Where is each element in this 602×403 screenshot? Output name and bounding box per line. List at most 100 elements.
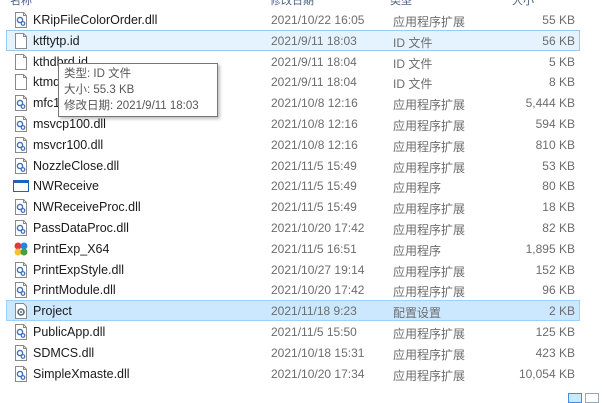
dll-icon [13,95,29,112]
column-header-type[interactable]: 类型 [390,0,412,8]
file-date: 2021/10/8 12:16 [271,137,358,152]
view-mode-buttons [568,393,600,403]
file-type: 应用程序扩展 [393,98,466,113]
file-row[interactable]: msvcr100.dll 2021/10/8 12:16 应用程序扩展 810 KB [6,134,580,155]
file-size: 2 KB [548,304,575,319]
file-type: 应用程序扩展 [393,15,466,29]
file-type: 应用程序 [393,181,442,196]
file-type: 应用程序扩展 [393,202,466,217]
file-row[interactable]: ktftytp.id 2021/9/11 18:03 ID 文件 56 KB [6,29,580,51]
file-size: 5,444 KB [525,96,575,111]
file-type: ID 文件 [393,35,433,50]
file-type: 应用程序扩展 [393,285,466,300]
file-name: Project [33,304,72,319]
details-view-icon[interactable] [568,393,582,403]
dll-icon [13,116,29,132]
file-date: 2021/10/8 12:16 [271,96,358,111]
file-row[interactable]: Project 2021/11/18 9:23 配置设置 2 KB [6,300,580,322]
vertical-scrollbar[interactable] [594,0,602,403]
file-date: 2021/10/20 17:42 [271,283,365,298]
file-name: NWReceiveProc.dll [33,200,141,215]
file-date: 2021/10/22 16:05 [271,13,365,27]
tooltip-date-line: 修改日期: 2021/9/11 18:03 [64,100,199,112]
file-size: 80 KB [542,179,575,194]
file-name: SimpleXmaste.dll [33,366,130,381]
file-name: KRipFileColorOrder.dll [33,13,158,27]
file-row[interactable]: NozzleClose.dll 2021/11/5 15:49 应用程序扩展 53 K… [6,155,580,176]
file-row[interactable]: PrintExpStyle.dll 2021/10/27 19:14 应用程序扩展 1… [6,259,580,280]
file-type: 应用程序扩展 [393,327,466,341]
file-row[interactable]: NWReceive 2021/11/5 15:49 应用程序 80 KB [6,175,580,196]
file-row[interactable]: PublicApp.dll 2021/11/5 15:50 应用程序扩展 125 KB [6,321,580,342]
file-type: ID 文件 [393,77,433,92]
file-size: 152 KB [535,262,575,277]
file-icon [13,74,29,91]
file-name: msvcp100.dll [33,117,106,131]
file-size: 55 KB [542,13,575,27]
file-name: SDMCS.dll [33,345,95,360]
file-size: 594 KB [535,117,575,131]
column-header-date[interactable]: 修改日期 [270,0,314,8]
dll-icon [13,344,29,361]
file-date: 2021/9/11 18:04 [271,75,357,90]
file-type: ID 文件 [393,56,433,71]
file-type: 应用程序扩展 [393,347,466,362]
file-row[interactable]: NWReceiveProc.dll 2021/11/5 15:49 应用程序扩展 18… [6,196,580,217]
file-name: PrintExpStyle.dll [33,262,125,277]
file-icon [13,32,29,49]
column-header-name[interactable]: 名称 [10,0,32,8]
file-size: 5 KB [548,54,575,69]
column-header-size[interactable]: 大小 [512,0,534,8]
dll-icon [13,365,29,382]
file-name: msvcr100.dll [33,137,104,152]
file-size: 8 KB [548,75,575,90]
file-row[interactable]: PrintModule.dll 2021/10/20 17:42 应用程序扩展 96 … [6,279,580,300]
file-row[interactable]: KRipFileColorOrder.dll 2021/10/22 16:05 应用… [6,9,580,30]
file-size: 423 KB [535,345,575,360]
file-name: PassDataProc.dll [33,221,129,235]
dll-icon [13,220,29,236]
file-name: mfc1 [33,96,61,111]
file-name: NWReceive [33,179,99,194]
file-row[interactable]: PrintExp_X64 2021/11/5 16:51 应用程序 1,895 KB [6,238,580,259]
file-type: 应用程序扩展 [393,264,466,279]
file-size: 10,054 KB [518,366,575,381]
file-name: ktftytp.id [33,33,80,48]
dll-icon [13,324,29,340]
dll-icon [13,282,29,299]
exe-icon [13,178,29,194]
file-name: PrintModule.dll [33,283,116,298]
file-row[interactable]: PassDataProc.dll 2021/10/20 17:42 应用程序扩展 82… [6,217,580,238]
file-type: 应用程序扩展 [393,119,466,133]
file-size: 96 KB [542,283,575,298]
file-date: 2021/10/20 17:34 [271,366,365,381]
file-size: 125 KB [535,325,575,339]
dll-icon [13,157,29,174]
file-info-tooltip: 类型: ID 文件 大小: 55.3 KB 修改日期: 2021/9/11 18… [58,63,218,117]
tooltip-size-line: 大小: 55.3 KB [64,84,135,96]
file-date: 2021/9/11 18:04 [271,54,357,69]
tooltip-type-line: 类型: ID 文件 [64,68,132,80]
file-row[interactable]: SimpleXmaste.dll 2021/10/20 17:34 应用程序扩展 10… [6,363,580,384]
dll-icon [13,199,29,216]
file-size: 82 KB [542,221,575,235]
file-row[interactable]: SDMCS.dll 2021/10/18 15:31 应用程序扩展 423 KB [6,342,580,363]
file-type: 应用程序扩展 [393,160,466,175]
file-type: 配置设置 [393,306,442,321]
file-date: 2021/11/5 15:49 [271,200,357,215]
file-name: NozzleClose.dll [33,158,120,173]
file-type: 应用程序扩展 [393,368,466,383]
file-name: PublicApp.dll [33,325,106,339]
large-icons-view-icon[interactable] [585,393,599,403]
file-date: 2021/10/27 19:14 [271,262,365,277]
file-date: 2021/11/5 16:51 [271,241,357,256]
file-type: 应用程序扩展 [393,139,466,154]
file-type: 应用程序 [393,243,442,258]
file-date: 2021/10/18 15:31 [271,345,365,360]
file-name: PrintExp_X64 [33,241,110,256]
file-size: 810 KB [535,137,575,152]
file-date: 2021/9/11 18:03 [271,33,357,48]
config-icon [13,303,29,320]
file-date: 2021/11/18 9:23 [271,304,357,319]
dll-icon [13,12,29,28]
